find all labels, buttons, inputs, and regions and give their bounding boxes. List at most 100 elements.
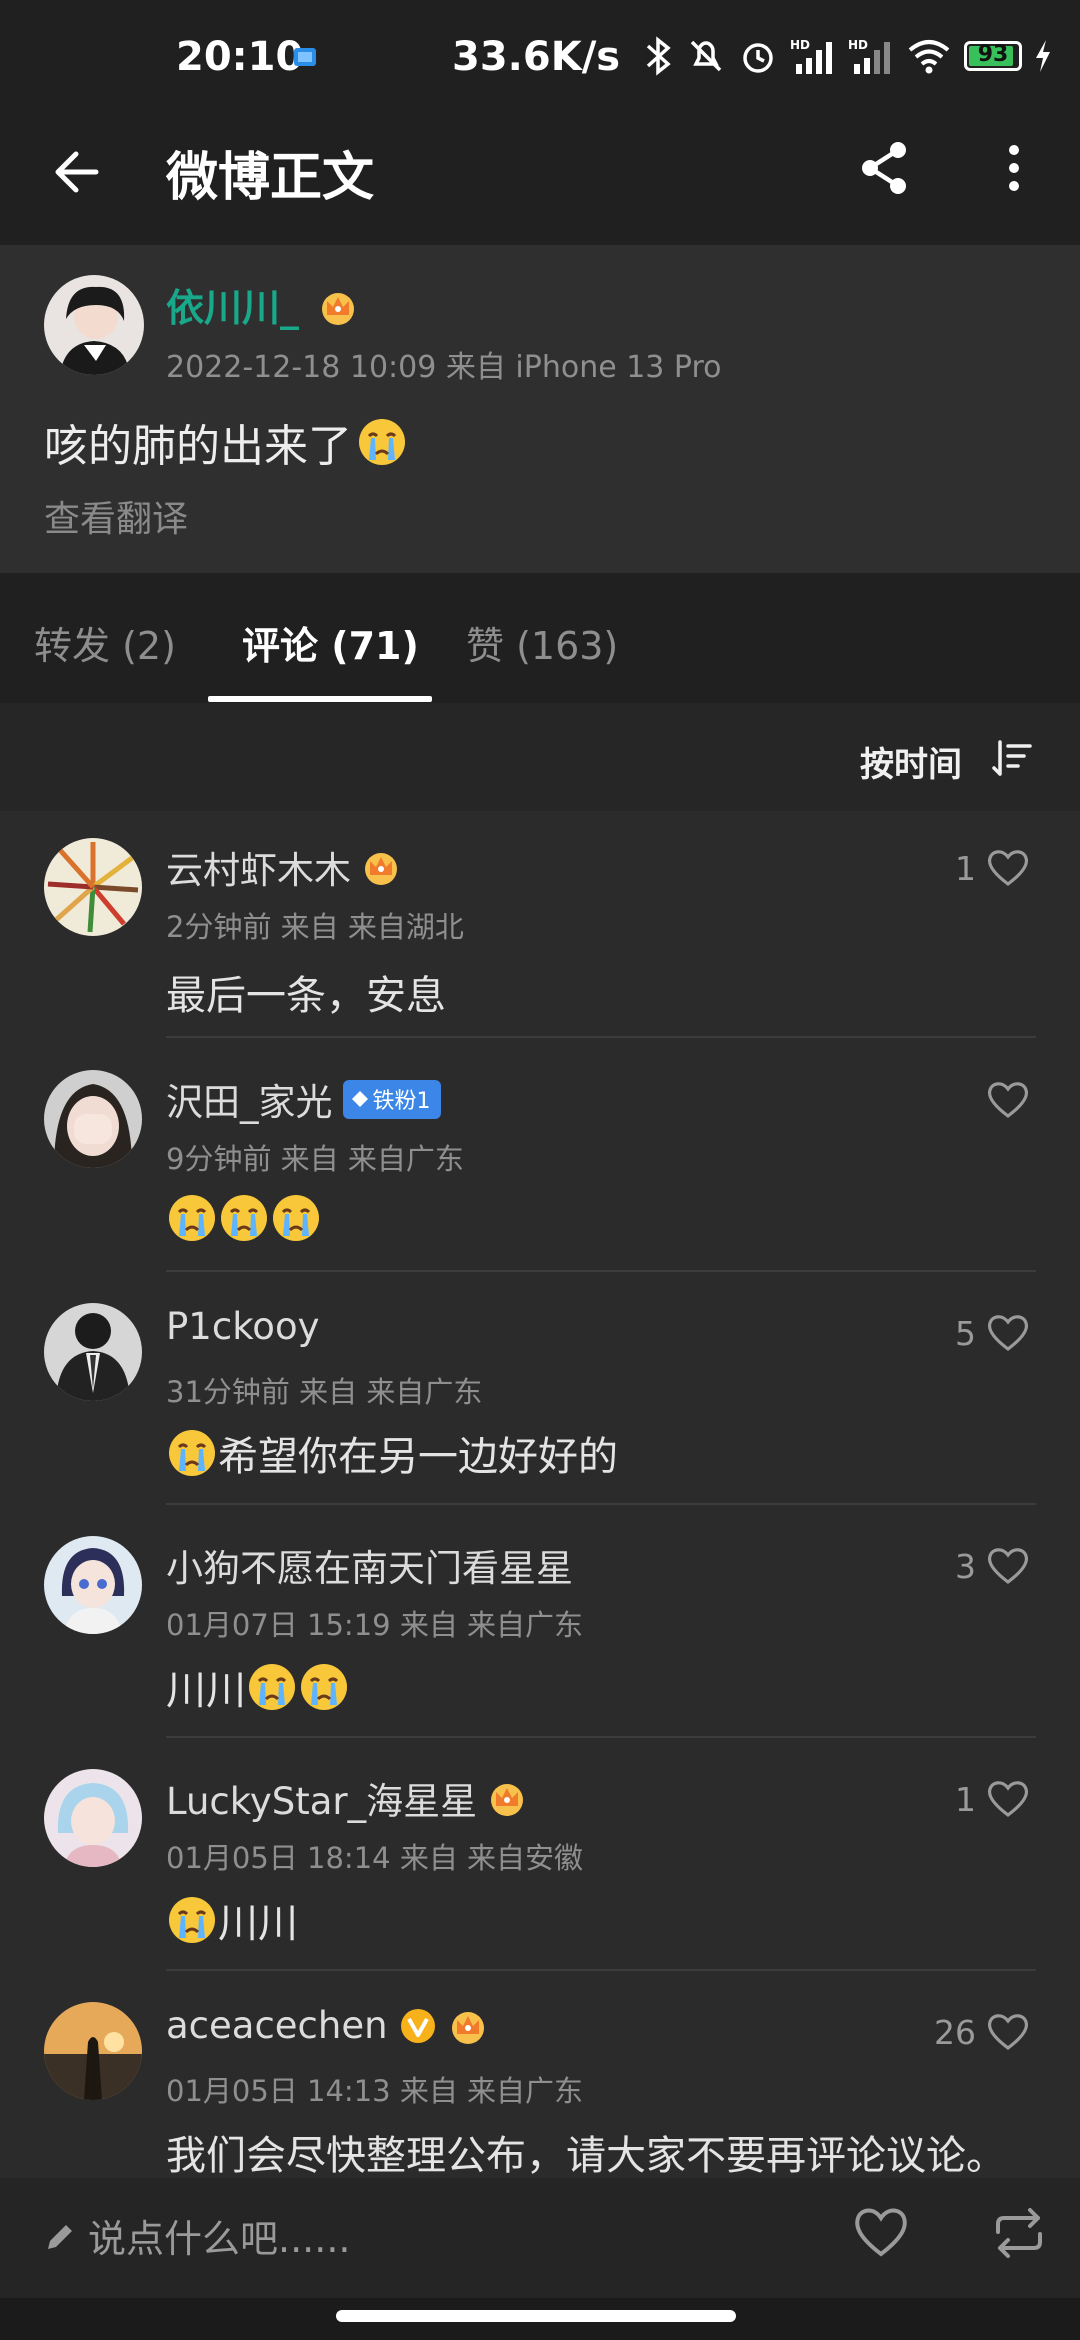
hd-signal-icon: HD <box>790 38 832 74</box>
like-count: 1 <box>955 848 976 888</box>
like-post-heart-icon[interactable] <box>852 2204 910 2262</box>
comment-avatar[interactable] <box>44 1303 142 1401</box>
post-text: 咳的肺的出来了 <box>44 410 408 474</box>
tab-reposts[interactable]: 转发 (2) <box>34 615 176 670</box>
page-title: 微博正文 <box>166 148 375 208</box>
diamond-icon <box>351 1090 368 1107</box>
comment-author[interactable]: 小狗不愿在南天门看星星 <box>166 1538 573 1592</box>
comment-avatar[interactable] <box>44 1769 142 1867</box>
tab-likes[interactable]: 赞 (163) <box>466 615 618 670</box>
post-author-avatar[interactable] <box>44 275 144 375</box>
comment-avatar[interactable] <box>44 838 142 936</box>
fan-badge-label: 铁粉1 <box>372 1088 431 1114</box>
crown-icon <box>365 853 397 885</box>
alarm-icon <box>743 43 773 73</box>
comment-text <box>166 1192 322 1244</box>
like-count: 26 <box>934 2012 976 2052</box>
crown-icon <box>491 1784 524 1816</box>
title-bar <box>0 120 1080 245</box>
comment-meta: 01月05日 18:14 来自 来自安徽 <box>166 1841 584 1875</box>
comment-author-name[interactable]: 云村虾木木 <box>166 840 351 894</box>
comment-author[interactable]: LuckyStar_海星星 <box>166 1771 527 1825</box>
heart-icon[interactable] <box>986 2012 1030 2052</box>
post-author[interactable]: 依川川_ <box>166 277 358 332</box>
crying-emoji-icon <box>169 1195 215 1241</box>
comment-like[interactable]: 5 <box>955 1313 1030 1353</box>
crown-icon <box>451 2011 484 2044</box>
repost-icon[interactable] <box>990 2204 1048 2262</box>
mute-icon <box>690 40 722 72</box>
comment-divider <box>166 1036 1036 1038</box>
crown-icon <box>322 293 355 325</box>
comment-avatar[interactable] <box>44 1070 142 1168</box>
active-tab-indicator <box>208 696 432 702</box>
comment-text: 川川 <box>166 1891 298 1949</box>
app-notification-icon <box>294 48 316 66</box>
crying-emoji-icon <box>221 1195 267 1241</box>
comment-text: 我们会尽快整理公布，请大家不要再评论议论。 <box>166 2133 1006 2178</box>
like-count: 3 <box>955 1546 976 1586</box>
comment-like[interactable]: 3 <box>955 1546 1030 1586</box>
comment-author[interactable]: P1ckooy <box>166 1305 319 1348</box>
crying-emoji-icon <box>169 1430 215 1476</box>
comment-compose-field[interactable]: 说点什么吧...... <box>44 2208 350 2263</box>
comment-meta: 9分钟前 来自 来自广东 <box>166 1142 464 1176</box>
comment-author[interactable]: 云村虾木木 <box>166 840 401 894</box>
status-icons: HD HD 93 <box>644 36 1052 76</box>
comment-divider <box>166 1270 1036 1272</box>
post-meta: 2022-12-18 10:09 来自 iPhone 13 Pro <box>166 350 722 385</box>
crying-emoji-icon <box>273 1195 319 1241</box>
charging-icon <box>1036 40 1050 72</box>
bluetooth-icon <box>646 36 671 76</box>
translate-link[interactable]: 查看翻译 <box>44 490 188 542</box>
crying-emoji-icon <box>301 1664 347 1710</box>
like-count: 5 <box>955 1313 976 1353</box>
comment-like[interactable]: 26 <box>934 2012 1030 2052</box>
post-author-name[interactable]: 依川川_ <box>166 286 299 330</box>
comment-like[interactable]: 1 <box>955 1779 1030 1819</box>
comment-author-name[interactable]: 沢田_家光 <box>166 1072 333 1126</box>
comment-avatar[interactable] <box>44 2002 142 2100</box>
status-time: 20:10 <box>176 34 304 80</box>
sort-by-time[interactable]: 按时间 <box>860 737 962 786</box>
comment-author[interactable]: aceacechen <box>166 2004 488 2047</box>
comment-author[interactable]: 沢田_家光 铁粉1 <box>166 1072 441 1126</box>
heart-icon[interactable] <box>986 1779 1030 1819</box>
comment-author-name[interactable]: LuckyStar_海星星 <box>166 1771 477 1825</box>
crying-emoji-icon <box>169 1897 215 1943</box>
heart-icon[interactable] <box>986 1546 1030 1586</box>
home-indicator[interactable] <box>336 2310 736 2322</box>
comment-like[interactable] <box>976 1080 1030 1120</box>
back-arrow-icon[interactable] <box>46 140 110 204</box>
heart-icon[interactable] <box>986 1313 1030 1353</box>
more-vertical-icon[interactable] <box>990 136 1038 200</box>
pencil-icon <box>48 2224 72 2249</box>
comment-divider <box>166 1503 1036 1505</box>
hd-signal-icon-2: HD <box>848 38 890 74</box>
share-icon[interactable] <box>852 136 916 200</box>
fan-badge: 铁粉1 <box>342 1079 441 1119</box>
comment-divider <box>166 1969 1036 1971</box>
sort-icon[interactable] <box>990 736 1034 780</box>
compose-placeholder: 说点什么吧...... <box>88 2217 351 2261</box>
comment-text: 川川 <box>166 1658 350 1716</box>
wifi-icon <box>908 40 950 74</box>
crying-emoji-icon <box>359 419 405 465</box>
heart-icon[interactable] <box>986 848 1030 888</box>
comment-author-name[interactable]: aceacechen <box>166 2004 388 2047</box>
comment-meta: 31分钟前 来自 来自广东 <box>166 1375 483 1409</box>
comment-divider <box>166 1736 1036 1738</box>
like-count: 1 <box>955 1779 976 1819</box>
comment-meta: 01月07日 15:19 来自 来自广东 <box>166 1608 584 1642</box>
comment-text: 希望你在另一边好好的 <box>166 1424 618 1482</box>
comment-like[interactable]: 1 <box>955 848 1030 888</box>
comment-avatar[interactable] <box>44 1536 142 1634</box>
comment-meta: 01月05日 14:13 来自 来自广东 <box>166 2074 584 2108</box>
crying-emoji-icon <box>249 1664 295 1710</box>
svg-text:HD: HD <box>790 38 810 52</box>
battery-icon: 93 <box>964 41 1022 71</box>
comment-text-content: 川川 <box>218 1901 298 1947</box>
heart-icon[interactable] <box>986 1080 1030 1120</box>
tab-comments[interactable]: 评论 (71) <box>242 615 419 670</box>
verified-v-icon <box>400 2008 435 2043</box>
